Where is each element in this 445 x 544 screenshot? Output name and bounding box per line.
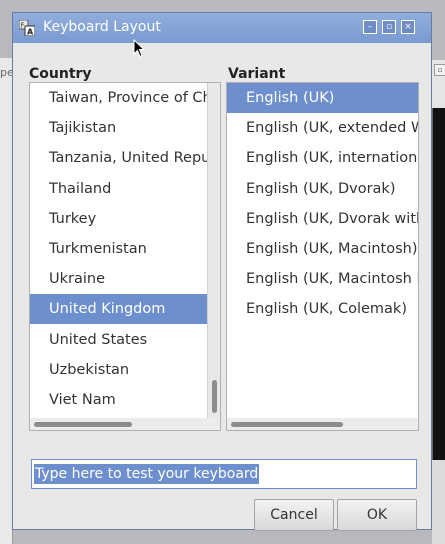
- keyboard-app-icon: F A: [19, 20, 35, 36]
- cancel-button[interactable]: Cancel: [254, 499, 334, 531]
- country-list[interactable]: Taiwan, Province of Chi Tajikistan Tanzani…: [29, 82, 221, 431]
- background-window-label: pe: [0, 66, 12, 79]
- variant-horizontal-scrollbar[interactable]: [227, 418, 418, 430]
- close-button[interactable]: ×: [401, 20, 415, 34]
- variant-list-item[interactable]: English (UK, Dvorak): [227, 174, 418, 204]
- svg-text:F: F: [21, 22, 25, 30]
- svg-text:A: A: [27, 28, 34, 37]
- variant-list-item[interactable]: English (UK, international: [227, 143, 418, 173]
- country-horizontal-scrollbar[interactable]: [30, 418, 220, 430]
- maximize-button[interactable]: ▫: [382, 20, 396, 34]
- country-list-item[interactable]: Tajikistan: [30, 113, 207, 143]
- background-window-right-footer: [432, 460, 445, 544]
- country-list-item[interactable]: Uzbekistan: [30, 355, 207, 385]
- background-window-button[interactable]: ▫: [434, 64, 445, 76]
- country-list-item[interactable]: Tanzania, United Repul: [30, 143, 207, 173]
- variant-horizontal-scroll-thumb[interactable]: [231, 422, 343, 427]
- country-vertical-scrollbar[interactable]: [207, 83, 220, 418]
- country-list-item[interactable]: Taiwan, Province of Chi: [30, 83, 207, 113]
- mouse-cursor-icon: [133, 39, 145, 58]
- country-list-item[interactable]: Ukraine: [30, 264, 207, 294]
- country-list-item[interactable]: Turkmenistan: [30, 234, 207, 264]
- keyboard-test-input-text: Type here to test your keyboard: [34, 464, 260, 484]
- country-list-item[interactable]: United Kingdom: [30, 294, 207, 325]
- variant-list-item[interactable]: English (UK, Macintosh): [227, 234, 418, 264]
- variant-list-item[interactable]: English (UK, Colemak): [227, 294, 418, 324]
- title-bar[interactable]: F A Keyboard Layout – ▫ ×: [13, 13, 431, 43]
- country-horizontal-scroll-thumb[interactable]: [34, 422, 132, 427]
- variant-list-item[interactable]: English (UK, Macintosh ir: [227, 264, 418, 294]
- ok-button[interactable]: OK: [337, 499, 417, 531]
- window-title: Keyboard Layout: [43, 19, 161, 35]
- country-header: Country: [29, 66, 92, 82]
- variant-list[interactable]: English (UK) English (UK, extended Wi Engl…: [226, 82, 419, 431]
- variant-list-item[interactable]: English (UK): [227, 83, 418, 113]
- country-list-item[interactable]: Turkey: [30, 204, 207, 234]
- country-list-item[interactable]: Thailand: [30, 174, 207, 204]
- keyboard-layout-dialog: F A Keyboard Layout – ▫ × Country Taiwan…: [12, 12, 432, 531]
- country-list-item[interactable]: United States: [30, 325, 207, 355]
- variant-list-item[interactable]: English (UK, extended Wi: [227, 113, 418, 143]
- variant-header: Variant: [228, 66, 286, 82]
- minimize-button[interactable]: –: [363, 20, 377, 34]
- country-vertical-scroll-thumb[interactable]: [212, 380, 217, 413]
- variant-list-item[interactable]: English (UK, Dvorak with: [227, 204, 418, 234]
- country-list-item[interactable]: Viet Nam: [30, 385, 207, 415]
